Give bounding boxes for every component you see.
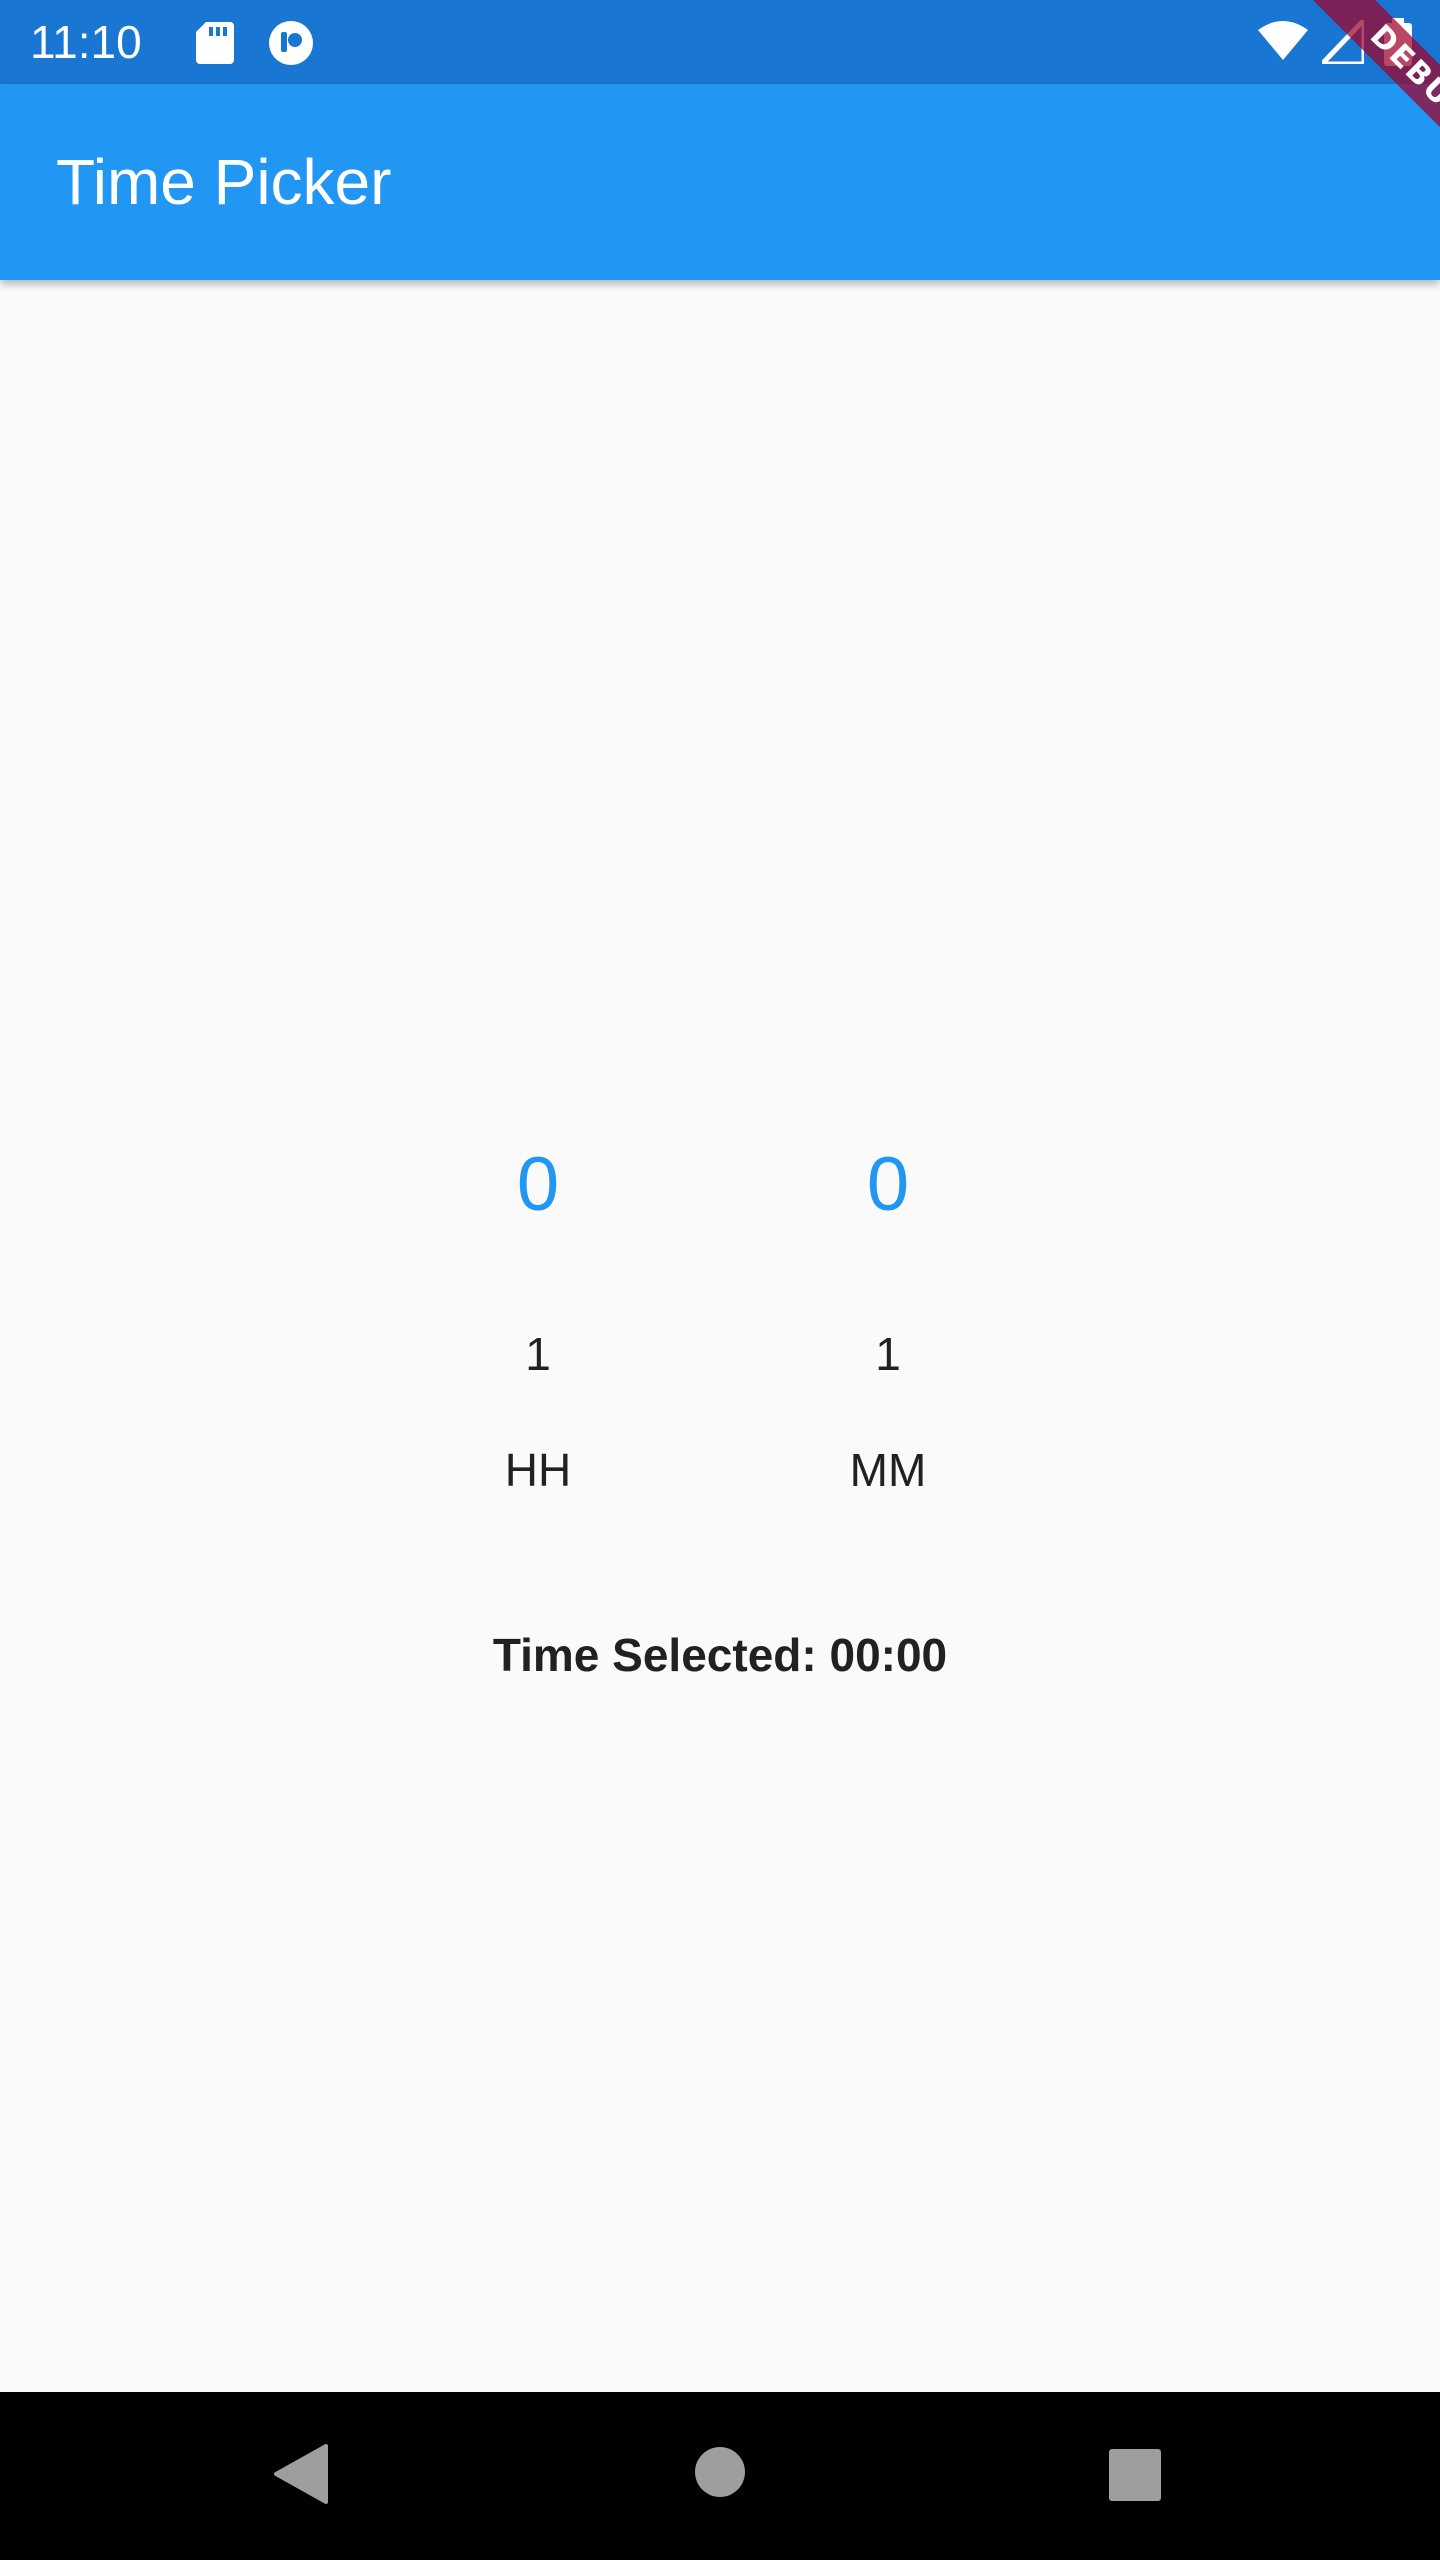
sd-card-icon bbox=[196, 22, 234, 64]
time-selected-value: 00:00 bbox=[829, 1629, 948, 1681]
battery-icon bbox=[1384, 18, 1412, 66]
page-title: Time Picker bbox=[56, 146, 392, 218]
hour-selected-value[interactable]: 0 bbox=[418, 1140, 658, 1230]
recents-icon[interactable] bbox=[1108, 2448, 1162, 2502]
status-time: 11:10 bbox=[30, 16, 142, 68]
app-notification-icon bbox=[269, 21, 313, 65]
home-icon[interactable] bbox=[694, 2446, 746, 2498]
hour-label: HH bbox=[504, 1444, 572, 1496]
status-bar: 11:10 bbox=[0, 0, 1440, 84]
back-icon[interactable] bbox=[272, 2444, 328, 2504]
minute-next-value[interactable]: 1 bbox=[768, 1326, 1008, 1382]
minute-picker[interactable]: 0 1 MM bbox=[768, 1140, 1008, 1540]
hour-picker[interactable]: 0 1 HH bbox=[418, 1140, 658, 1540]
time-selected-text: Time Selected: 00:00 bbox=[0, 1625, 1440, 1685]
signal-icon bbox=[1322, 20, 1364, 64]
minute-label: MM bbox=[849, 1444, 927, 1496]
time-selected-prefix: Time Selected: bbox=[492, 1629, 830, 1681]
navigation-bar bbox=[0, 2392, 1440, 2560]
wifi-icon bbox=[1258, 21, 1308, 60]
minute-selected-value[interactable]: 0 bbox=[768, 1140, 1008, 1230]
hour-next-value[interactable]: 1 bbox=[418, 1326, 658, 1382]
app-bar: Time Picker bbox=[0, 84, 1440, 280]
